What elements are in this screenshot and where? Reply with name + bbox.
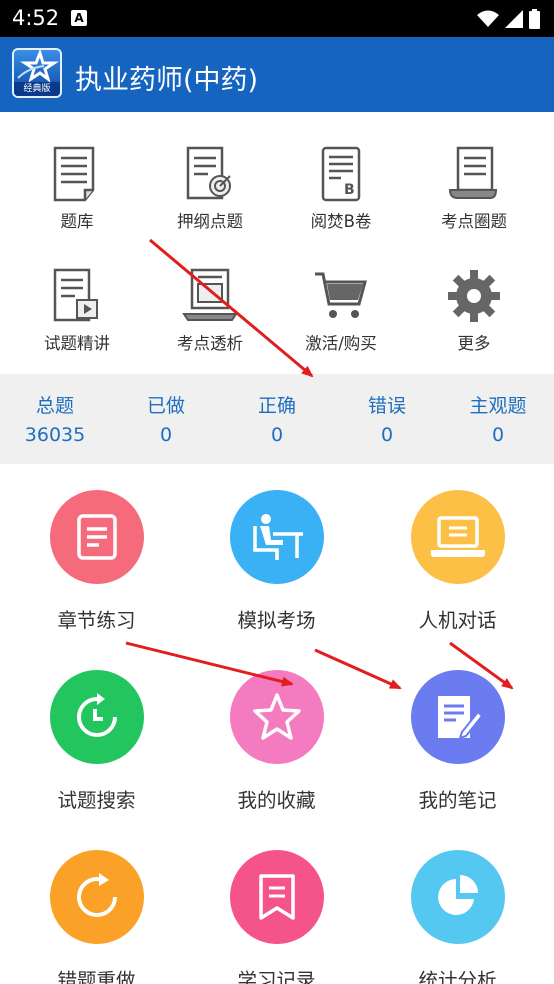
top-item-label: 考点透析 — [177, 334, 243, 353]
logo-badge: 经典版 — [14, 82, 60, 96]
stats-bar: 总题 36035 已做 0 正确 0 错误 0 主观题 0 — [0, 374, 554, 464]
pie-chart-icon — [437, 875, 478, 915]
main-item-redo-wrong[interactable]: 错题重做 — [4, 850, 189, 984]
main-item-label: 学习记录 — [237, 969, 316, 984]
main-item-label: 统计分析 — [418, 969, 497, 984]
laptop-icon — [430, 516, 485, 557]
main-item-study-record[interactable]: 学习记录 — [184, 850, 369, 984]
battery-icon — [529, 9, 540, 29]
stat-label: 正确 — [257, 395, 296, 417]
main-item-my-notes[interactable]: 我的笔记 — [365, 670, 550, 813]
b-paper-icon: B — [321, 146, 361, 202]
status-time: 4:52 — [12, 6, 60, 30]
main-item-label: 我的笔记 — [418, 789, 497, 812]
top-item-label: 阅焚B卷 — [310, 212, 372, 231]
circle-bg — [410, 490, 505, 584]
scroll-icon — [448, 146, 498, 199]
main-item-mock-exam[interactable]: 模拟考场 — [184, 490, 369, 633]
stat-label: 错误 — [367, 395, 406, 417]
wifi-icon — [477, 10, 499, 27]
main-item-label: 模拟考场 — [237, 609, 316, 632]
circle-bg — [229, 850, 324, 944]
stat-done: 已做 0 — [111, 391, 221, 446]
star-logo-icon — [17, 50, 59, 83]
stat-value: 0 — [270, 424, 284, 446]
top-item-more[interactable]: 更多 — [405, 266, 543, 354]
cart-icon — [315, 272, 367, 318]
circle-bg — [229, 670, 324, 764]
top-item-label: 押纲点题 — [177, 212, 243, 231]
refresh-icon — [76, 873, 117, 918]
star-icon — [252, 693, 301, 740]
notification-a-icon: A — [71, 10, 87, 26]
stat-value: 0 — [491, 424, 505, 446]
stat-total: 总题 36035 — [0, 391, 110, 446]
stat-subjective: 主观题 0 — [443, 391, 553, 446]
top-item-kaodian-quanti[interactable]: 考点圈题 — [405, 144, 543, 232]
stat-value: 36035 — [24, 424, 86, 446]
status-bar: 4:52 A — [0, 0, 554, 37]
main-item-human-machine[interactable]: 人机对话 — [365, 490, 550, 633]
bookmark-icon — [258, 874, 295, 920]
top-item-kaodian-touxi[interactable]: 考点透析 — [141, 266, 279, 354]
page-title: 执业药师(中药) — [75, 65, 259, 96]
stat-label: 主观题 — [469, 395, 527, 417]
top-item-activate-buy[interactable]: 激活/购买 — [272, 266, 410, 354]
main-item-label: 错题重做 — [57, 969, 136, 984]
document-icon — [53, 146, 95, 202]
top-item-label: 题库 — [60, 212, 94, 231]
circle-bg — [49, 850, 144, 944]
laptop-document-icon — [182, 268, 238, 321]
circle-bg — [410, 850, 505, 944]
top-item-label: 激活/购买 — [305, 334, 377, 353]
main-item-my-favorites[interactable]: 我的收藏 — [184, 670, 369, 813]
stat-label: 总题 — [35, 395, 74, 417]
circle-bg — [49, 670, 144, 764]
video-document-icon — [53, 268, 98, 322]
main-item-chapter-practice[interactable]: 章节练习 — [4, 490, 189, 633]
list-note-icon — [76, 514, 117, 560]
top-item-label: 考点圈题 — [441, 212, 507, 231]
gear-icon — [448, 270, 500, 322]
signal-icon — [505, 10, 523, 28]
top-feature-grid: 题库 押纲点题 B 阅焚B卷 考点圈题 试题精讲 考点透析 激活/购买 更多 — [0, 112, 554, 374]
exam-desk-icon — [252, 514, 303, 560]
stat-value: 0 — [159, 424, 173, 446]
top-item-tiku[interactable]: 题库 — [8, 144, 146, 232]
app-bar: 经典版 执业药师(中药) — [0, 37, 554, 112]
circle-bg — [410, 670, 505, 764]
main-feature-grid: 章节练习 模拟考场 人机对话 试题搜索 我的收藏 我的笔记 错题重做 学习记录 … — [0, 464, 554, 984]
main-item-label: 章节练习 — [57, 609, 136, 632]
stat-correct: 正确 0 — [222, 391, 332, 446]
main-item-label: 试题搜索 — [57, 789, 136, 812]
top-item-shiti-jingjiang[interactable]: 试题精讲 — [8, 266, 146, 354]
clock-refresh-icon — [76, 693, 117, 737]
main-item-label: 人机对话 — [418, 609, 497, 632]
app-logo: 经典版 — [12, 48, 62, 98]
main-item-label: 我的收藏 — [237, 789, 316, 812]
stat-label: 已做 — [146, 395, 185, 417]
note-edit-icon — [437, 696, 483, 740]
svg-text:B: B — [344, 182, 355, 198]
main-item-statistics[interactable]: 统计分析 — [365, 850, 550, 984]
top-item-b-paper[interactable]: B 阅焚B卷 — [272, 144, 410, 232]
circle-bg — [49, 490, 144, 584]
top-item-label: 更多 — [457, 334, 491, 353]
top-item-yagang[interactable]: 押纲点题 — [141, 144, 279, 232]
stat-wrong: 错误 0 — [332, 391, 442, 446]
stat-value: 0 — [380, 424, 394, 446]
top-item-label: 试题精讲 — [44, 334, 110, 353]
target-document-icon — [186, 146, 231, 200]
main-item-question-search[interactable]: 试题搜索 — [4, 670, 189, 813]
system-icons — [477, 9, 540, 29]
circle-bg — [229, 490, 324, 584]
